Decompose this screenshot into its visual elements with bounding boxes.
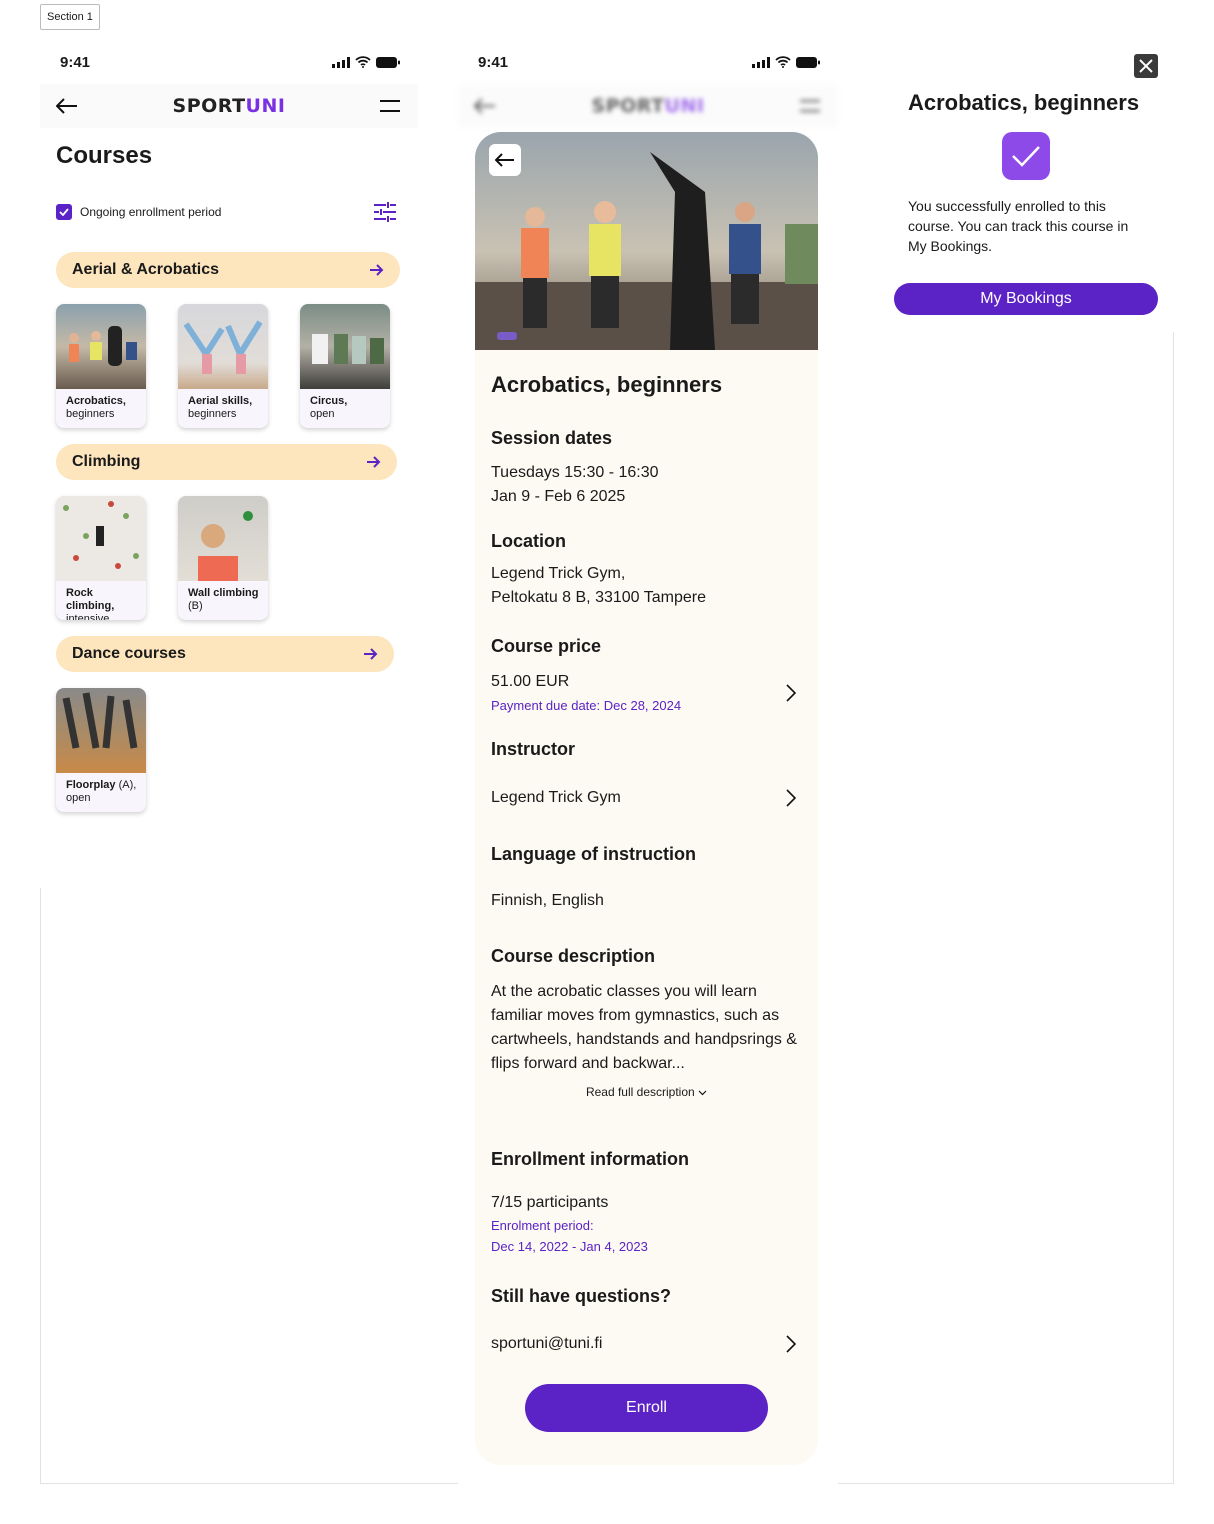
course-card-wall-climbing[interactable]: Wall climbing (B)	[178, 496, 268, 620]
course-image	[56, 304, 146, 389]
section-label: Section 1	[40, 4, 100, 30]
course-caption: Rock climbing, intensive	[66, 587, 115, 620]
course-caption: Circus, open	[310, 395, 348, 420]
course-card-rock-climbing[interactable]: Rock climbing, intensive	[56, 496, 146, 620]
sportuni-logo: SPORTUNI	[591, 95, 705, 117]
location-name: Legend Trick Gym,	[491, 565, 626, 582]
course-image	[56, 496, 146, 581]
instructor-name[interactable]: Legend Trick Gym	[491, 786, 621, 810]
close-icon	[1139, 59, 1153, 73]
course-hero-image	[475, 132, 818, 350]
course-title: Acrobatics, beginners	[491, 372, 723, 397]
course-caption: Floorplay (A), open	[66, 779, 137, 804]
enrollment-heading: Enrollment information	[491, 1149, 689, 1169]
course-detail-card: Acrobatics, beginners Session dates Tues…	[475, 132, 818, 1465]
check-icon[interactable]	[56, 204, 72, 220]
filter-label: Ongoing enrollment period	[80, 205, 222, 219]
description-text: At the acrobatic classes you will learn …	[491, 983, 797, 1072]
course-card-acrobatics[interactable]: Acrobatics, beginners	[56, 304, 146, 428]
back-arrow-icon	[474, 98, 495, 114]
wifi-icon	[355, 56, 371, 68]
course-image	[56, 688, 146, 773]
status-bar: 9:41	[40, 40, 418, 84]
enrolment-period-label: Enrolment period:	[491, 1218, 594, 1233]
status-bar: 9:41	[458, 40, 838, 84]
course-image	[178, 496, 268, 581]
contact-email[interactable]: sportuni@tuni.fi	[491, 1332, 602, 1356]
course-card-circus[interactable]: Circus, open	[300, 304, 390, 428]
category-climbing[interactable]: Climbing	[56, 444, 397, 480]
instructor-heading: Instructor	[491, 739, 576, 759]
success-check-icon	[1002, 132, 1050, 180]
filter-row: Ongoing enrollment period	[56, 202, 396, 222]
enrolment-period-dates: Dec 14, 2022 - Jan 4, 2023	[491, 1239, 648, 1254]
battery-icon	[376, 56, 400, 68]
page-title: Courses	[56, 142, 153, 169]
course-caption: Acrobatics, beginners	[66, 395, 126, 420]
enroll-button[interactable]: Enroll	[525, 1384, 768, 1432]
price-value: 51.00 EUR	[491, 673, 570, 690]
category-dance-courses[interactable]: Dance courses	[56, 636, 394, 672]
category-label: Climbing	[72, 453, 141, 470]
course-card-floorplay[interactable]: Floorplay (A), open	[56, 688, 146, 812]
signal-icon	[332, 56, 350, 68]
location-address: Peltokatu 8 B, 33100 Tampere	[491, 589, 706, 606]
price-heading: Course price	[491, 636, 602, 656]
enrollment-filter-checkbox[interactable]: Ongoing enrollment period	[56, 204, 221, 220]
modal-title: Acrobatics, beginners	[908, 90, 1140, 115]
location-heading: Location	[491, 531, 566, 551]
detail-back-button[interactable]	[489, 144, 521, 176]
courses-screen: 9:41 SPORTUNI Courses Ongoing enrollment…	[40, 40, 418, 888]
status-time: 9:41	[60, 53, 91, 71]
signal-icon	[752, 56, 770, 68]
my-bookings-button[interactable]: My Bookings	[894, 283, 1158, 315]
status-icons	[332, 56, 400, 68]
course-card-aerial-skills[interactable]: Aerial skills, beginners	[178, 304, 268, 428]
course-image	[178, 304, 268, 389]
chevron-down-icon	[698, 1090, 707, 1096]
instructor-chevron-icon[interactable]	[786, 789, 796, 807]
payment-due-date: Payment due date: Dec 28, 2024	[491, 698, 682, 713]
course-image	[300, 304, 390, 389]
category-label: Aerial & Acrobatics	[72, 261, 220, 278]
filter-settings-icon[interactable]	[374, 202, 396, 222]
read-full-description-link[interactable]: Read full description	[475, 1085, 818, 1099]
arrow-right-icon	[367, 456, 381, 468]
status-time: 9:41	[478, 53, 509, 71]
close-button[interactable]	[1134, 54, 1158, 78]
session-dates-heading: Session dates	[491, 428, 613, 448]
top-nav-blurred: SPORTUNI	[458, 84, 838, 128]
price-chevron-icon[interactable]	[786, 684, 796, 702]
enroll-success-modal: Acrobatics, beginners You successfully e…	[893, 40, 1174, 332]
menu-icon[interactable]	[380, 100, 400, 112]
arrow-right-icon	[364, 648, 378, 660]
battery-icon	[796, 56, 820, 68]
arrow-right-icon	[370, 264, 384, 276]
back-arrow-icon	[495, 153, 514, 167]
contact-chevron-icon[interactable]	[786, 1335, 796, 1353]
course-caption: Aerial skills, beginners	[188, 395, 253, 420]
sportuni-logo[interactable]: SPORTUNI	[173, 95, 286, 117]
session-time: Tuesdays 15:30 - 16:30	[491, 464, 659, 481]
language-heading: Language of instruction	[491, 844, 696, 864]
status-icons	[752, 56, 820, 68]
back-arrow-icon[interactable]	[56, 98, 78, 114]
category-aerial-acrobatics[interactable]: Aerial & Acrobatics	[56, 252, 400, 288]
menu-icon	[800, 100, 820, 112]
language-value: Finnish, English	[491, 892, 604, 909]
participants-count: 7/15 participants	[491, 1194, 609, 1211]
course-detail-screen: 9:41 SPORTUNI Acrobatics, beginners Sess…	[458, 40, 838, 1484]
success-message: You successfully enrolled to this course…	[908, 198, 1129, 254]
wifi-icon	[775, 56, 791, 68]
top-nav: SPORTUNI	[40, 84, 418, 128]
category-label: Dance courses	[72, 645, 186, 662]
questions-heading: Still have questions?	[491, 1286, 672, 1306]
session-range: Jan 9 - Feb 6 2025	[491, 488, 626, 505]
description-heading: Course description	[491, 946, 656, 966]
course-caption: Wall climbing (B)	[188, 587, 259, 612]
